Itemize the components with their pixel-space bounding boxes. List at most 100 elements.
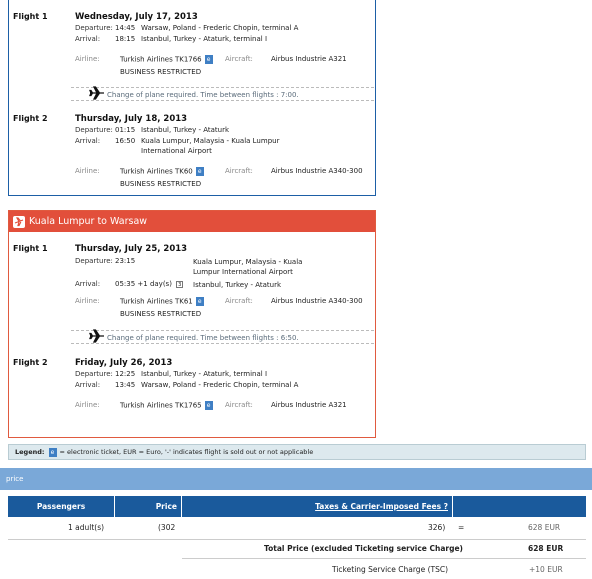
aircraft-label: Aircraft: (225, 55, 253, 63)
header-passengers: Passengers (8, 496, 114, 517)
departure-row: Departure: 23:15 Kuala Lumpur, Malaysia … (75, 257, 365, 267)
airline-cell: Turkish Airlines TK60 e (120, 167, 204, 176)
return-header: Kuala Lumpur to Warsaw (9, 211, 375, 232)
airline-row: Airline: Turkish Airlines TK60 e Aircraft… (75, 167, 365, 177)
header-price: Price (115, 496, 181, 517)
flight-label: Flight 2 (13, 358, 48, 367)
e-ticket-icon[interactable]: e (195, 167, 204, 176)
departure-time: 01:15 (115, 126, 136, 134)
row-price: (302 (158, 523, 176, 532)
departure-place: Istanbul, Turkey - Ataturk, terminal I (141, 370, 268, 378)
e-ticket-icon[interactable]: e (204, 55, 213, 64)
arrival-time: 16:50 (115, 137, 136, 145)
header-taxes: Taxes & Carrier-Imposed Fees ? (182, 496, 452, 517)
change-of-plane-notice: Change of plane required. Time between f… (71, 86, 374, 102)
airline-cell: Turkish Airlines TK1765 e (120, 401, 213, 410)
legend-bar: Legend: e = electronic ticket, EUR = Eur… (8, 444, 586, 460)
arrival-label: Arrival: (75, 137, 101, 145)
arrival-time: 13:45 (115, 381, 136, 389)
aircraft-label: Aircraft: (225, 297, 253, 305)
e-ticket-icon[interactable]: e (195, 297, 204, 306)
departure-place: Istanbul, Turkey - Ataturk (141, 126, 230, 134)
arrival-label: Arrival: (75, 381, 101, 389)
header-total (453, 496, 586, 517)
aircraft-label: Aircraft: (225, 401, 253, 409)
arrival-place: Istanbul, Turkey - Ataturk (193, 281, 282, 289)
departure-label: Departure: (75, 257, 113, 265)
flight-label: Flight 1 (13, 12, 48, 21)
aircraft-value: Airbus Industrie A321 (271, 401, 347, 409)
airline-label: Airline: (75, 297, 100, 305)
e-ticket-icon: e (48, 447, 57, 457)
airline-row: Airline: Turkish Airlines TK1766 e Aircra… (75, 55, 365, 65)
airline-row: Airline: Turkish Airlines TK1765 e Aircra… (75, 401, 365, 411)
airline-label: Airline: (75, 55, 100, 63)
taxes-fees-link[interactable]: Taxes & Carrier-Imposed Fees ? (315, 502, 448, 511)
restriction-text: BUSINESS RESTRICTED (120, 68, 202, 76)
restriction-text: BUSINESS RESTRICTED (120, 180, 202, 188)
arrival-place-line2: International Airport (141, 147, 212, 155)
total-price-label: Total Price (excluded Ticketing service … (264, 544, 463, 553)
departure-row-2: Lumpur International Airport (75, 267, 365, 277)
airline-value: Turkish Airlines TK1765 (120, 401, 202, 410)
arrival-time: 18:15 (115, 35, 136, 43)
airline-row: Airline: Turkish Airlines TK61 e Aircraft… (75, 297, 365, 307)
departure-place-line2: Lumpur International Airport (193, 268, 293, 276)
departure-time: 23:15 (115, 257, 136, 265)
aircraft-label: Aircraft: (225, 167, 253, 175)
arrival-label: Arrival: (75, 35, 101, 43)
e-ticket-icon[interactable]: e (204, 401, 213, 410)
arrival-label: Arrival: (75, 280, 101, 288)
departure-time: 14:45 (115, 24, 136, 32)
plane-departure-icon (13, 215, 25, 228)
legend-text: = electronic ticket, EUR = Euro, '-' ind… (59, 448, 314, 456)
flight-date: Friday, July 26, 2013 (75, 358, 173, 368)
airline-cell: Turkish Airlines TK61 e (120, 297, 204, 306)
aircraft-value: Airbus Industrie A340-300 (271, 167, 363, 175)
departure-label: Departure: (75, 24, 113, 32)
arrival-place: Kuala Lumpur, Malaysia - Kuala Lumpur (141, 137, 280, 145)
change-of-plane-notice: Change of plane required. Time between f… (71, 329, 374, 345)
return-panel: Kuala Lumpur to Warsaw Flight 1 Thursday… (8, 210, 376, 438)
airline-cell: Turkish Airlines TK1766 e (120, 55, 213, 64)
airplane-icon (89, 329, 105, 345)
airline-value: Turkish Airlines TK60 (120, 167, 193, 176)
departure-label: Departure: (75, 370, 113, 378)
tsc-value: +10 EUR (529, 565, 563, 574)
arrival-time-cell: 05:35 +1 day(s) 3 (115, 280, 184, 288)
return-title: Kuala Lumpur to Warsaw (29, 216, 148, 227)
flight-label: Flight 1 (13, 244, 48, 253)
departure-place: Kuala Lumpur, Malaysia - Kuala (193, 258, 303, 266)
price-section-header: price (0, 468, 592, 490)
legend-label: Legend: (15, 448, 45, 456)
arrival-row: Arrival: 05:35 +1 day(s) 3 Istanbul, Tur… (75, 280, 365, 290)
airline-label: Airline: (75, 167, 100, 175)
departure-time: 12:25 (115, 370, 136, 378)
airline-label: Airline: (75, 401, 100, 409)
row-passengers: 1 adult(s) (68, 523, 105, 532)
arrival-time: 05:35 +1 day(s) (115, 280, 172, 288)
departure-place: Warsaw, Poland - Frederic Chopin, termin… (141, 24, 299, 32)
arrival-place: Istanbul, Turkey - Ataturk, terminal I (141, 35, 268, 43)
row-equals: = (458, 523, 465, 532)
airline-value: Turkish Airlines TK1766 (120, 55, 202, 64)
airline-value: Turkish Airlines TK61 (120, 297, 193, 306)
arrival-place: Warsaw, Poland - Frederic Chopin, termin… (141, 381, 299, 389)
outbound-panel: Flight 1 Wednesday, July 17, 2013 Depart… (8, 0, 376, 196)
table-divider (182, 558, 586, 559)
total-price-value: 628 EUR (528, 544, 564, 553)
flight-date: Thursday, July 18, 2013 (75, 114, 188, 124)
tsc-label: Ticketing Service Charge (TSC) (332, 565, 449, 574)
restriction-text: BUSINESS RESTRICTED (120, 310, 202, 318)
departure-label: Departure: (75, 126, 113, 134)
flight-date: Wednesday, July 17, 2013 (75, 12, 198, 22)
day-offset-icon: 3 (176, 280, 184, 288)
airplane-icon (89, 86, 105, 102)
change-text: Change of plane required. Time between f… (107, 334, 299, 342)
flight-date: Thursday, July 25, 2013 (75, 244, 188, 254)
change-text: Change of plane required. Time between f… (107, 91, 299, 99)
row-total: 628 EUR (528, 523, 561, 532)
flight-label: Flight 2 (13, 114, 48, 123)
aircraft-value: Airbus Industrie A340-300 (271, 297, 363, 305)
table-divider (8, 539, 586, 540)
